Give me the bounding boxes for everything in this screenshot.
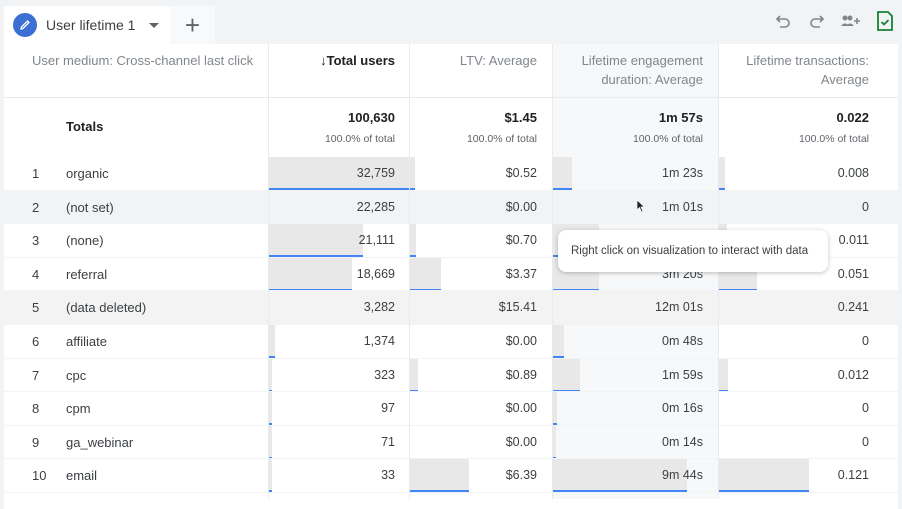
cell-ltv: $6.39 <box>505 468 537 483</box>
row-number: 7 <box>32 367 40 383</box>
total-users-value: 100,630 <box>348 110 395 125</box>
cell-eng: 1m 59s <box>662 367 703 382</box>
row-number: 4 <box>32 266 40 282</box>
table-row[interactable]: 7 cpc 323 $0.89 1m 59s 0.012 <box>4 359 898 392</box>
row-dimension[interactable]: (data deleted) <box>66 300 146 315</box>
cell-eng: 1m 23s <box>662 166 703 180</box>
cell-users: 97 <box>381 401 395 416</box>
totals-label: Totals <box>66 119 104 134</box>
cell-users: 1,374 <box>363 334 395 348</box>
col-header-engagement[interactable]: Lifetime engagement duration: Average <box>554 44 703 97</box>
tooltip: Right click on visualization to interact… <box>558 230 828 272</box>
cell-eng: 0m 16s <box>662 401 703 416</box>
cell-users: 21,111 <box>358 233 395 248</box>
cell-ltv: $0.00 <box>505 199 537 214</box>
cell-ltv: $0.00 <box>505 401 537 416</box>
cell-ltv: $0.89 <box>505 367 537 382</box>
cell-tx: 0 <box>862 199 869 214</box>
cell-users: 22,285 <box>356 199 395 214</box>
table-row[interactable]: 6 affiliate 1,374 $0.00 0m 48s 0 <box>4 325 898 358</box>
row-dimension[interactable]: affiliate <box>66 334 107 349</box>
total-transactions-percent: 100.0% of total <box>798 133 869 145</box>
mouse-cursor-icon <box>636 199 646 218</box>
cell-ltv: $0.00 <box>505 434 537 449</box>
column-divider <box>409 44 410 499</box>
col-header-total-users[interactable]: ↓Total users <box>270 44 395 97</box>
redo-icon[interactable] <box>806 10 828 32</box>
row-number: 1 <box>32 166 40 181</box>
table-row[interactable]: 8 cpm 97 $0.00 0m 16s 0 <box>4 392 898 425</box>
row-dimension[interactable]: cpm <box>66 401 91 416</box>
row-dimension[interactable]: cpc <box>66 368 86 383</box>
col-header-ltv[interactable]: LTV: Average <box>411 44 537 97</box>
row-number: 2 <box>32 199 40 215</box>
table-panel: User medium: Cross-channel last click ↓T… <box>4 44 898 509</box>
add-tab-button[interactable]: + <box>170 6 215 44</box>
row-number: 8 <box>32 401 40 417</box>
row-dimension[interactable]: organic <box>66 166 109 181</box>
tab-bar: User lifetime 1 + <box>0 0 902 44</box>
chevron-down-icon[interactable] <box>149 22 160 28</box>
column-divider <box>268 44 269 499</box>
cell-tx: 0.121 <box>837 468 869 483</box>
cell-tx: 0.241 <box>837 300 869 315</box>
total-engagement-value: 1m 57s <box>658 110 703 125</box>
cell-tx: 0 <box>862 401 869 416</box>
cell-users: 323 <box>374 367 395 382</box>
row-dimension[interactable]: (none) <box>66 233 104 248</box>
column-divider <box>552 44 553 499</box>
table-row[interactable]: 9 ga_webinar 71 $0.00 0m 14s 0 <box>4 426 898 459</box>
tab-user-lifetime[interactable]: User lifetime 1 <box>4 6 170 44</box>
row-number: 3 <box>32 233 40 249</box>
cell-tx: 0.008 <box>837 166 869 180</box>
total-ltv-value: $1.45 <box>504 110 537 125</box>
cell-users: 18,669 <box>356 266 395 281</box>
row-divider <box>4 492 898 493</box>
cell-tx: 0 <box>862 434 869 449</box>
cell-eng: 12m 01s <box>655 300 703 315</box>
row-dimension[interactable]: ga_webinar <box>66 435 133 450</box>
cell-tx: 0.012 <box>837 367 869 382</box>
plus-icon: + <box>184 9 201 40</box>
cell-eng: 0m 48s <box>662 334 703 348</box>
table-row[interactable]: 5 (data deleted) 3,282 $15.41 12m 01s 0.241 <box>4 291 898 325</box>
saved-document-check-icon[interactable] <box>874 10 896 32</box>
total-ltv-percent: 100.0% of total <box>466 133 537 145</box>
total-engagement-percent: 100.0% of total <box>632 133 703 145</box>
toolbar <box>772 10 896 32</box>
cell-eng: 9m 44s <box>662 468 703 483</box>
total-users-percent: 100.0% of total <box>324 133 395 145</box>
cell-eng: 0m 14s <box>662 434 703 449</box>
pencil-icon[interactable] <box>13 13 37 37</box>
row-dimension[interactable]: email <box>66 468 97 483</box>
header-divider <box>4 97 898 98</box>
cell-ltv: $0.52 <box>505 166 537 180</box>
cell-ltv: $0.70 <box>505 233 537 248</box>
cell-eng: 1m 01s <box>662 199 703 214</box>
cell-ltv: $3.37 <box>505 266 537 281</box>
share-users-icon[interactable] <box>840 10 862 32</box>
total-transactions-value: 0.022 <box>836 110 869 125</box>
cell-users: 71 <box>381 434 395 449</box>
cell-users: 3,282 <box>363 300 395 315</box>
table-row[interactable]: 1 organic 32,759 $0.52 1m 23s 0.008 <box>4 157 898 190</box>
cell-tx: 0 <box>862 334 869 348</box>
cell-users: 33 <box>381 468 395 483</box>
table-row[interactable]: 10 email 33 $6.39 9m 44s 0.121 <box>4 459 898 492</box>
tab-label: User lifetime 1 <box>46 17 136 33</box>
row-number: 10 <box>32 468 47 484</box>
dimension-header[interactable]: User medium: Cross-channel last click <box>32 44 253 97</box>
row-number: 5 <box>32 300 40 316</box>
cell-ltv: $0.00 <box>505 334 537 348</box>
cell-ltv: $15.41 <box>498 300 537 315</box>
row-dimension[interactable]: referral <box>66 267 107 282</box>
col-header-transactions[interactable]: Lifetime transactions: Average <box>720 44 869 97</box>
row-dimension[interactable]: (not set) <box>66 200 114 215</box>
exploration-app: User lifetime 1 + User medium: Cross-cha… <box>0 0 902 509</box>
undo-icon[interactable] <box>772 10 794 32</box>
row-number: 6 <box>32 334 40 349</box>
table-row[interactable]: 2 (not set) 22,285 $0.00 1m 01s 0 <box>4 190 898 224</box>
cell-users: 32,759 <box>356 166 395 180</box>
row-number: 9 <box>32 434 40 450</box>
